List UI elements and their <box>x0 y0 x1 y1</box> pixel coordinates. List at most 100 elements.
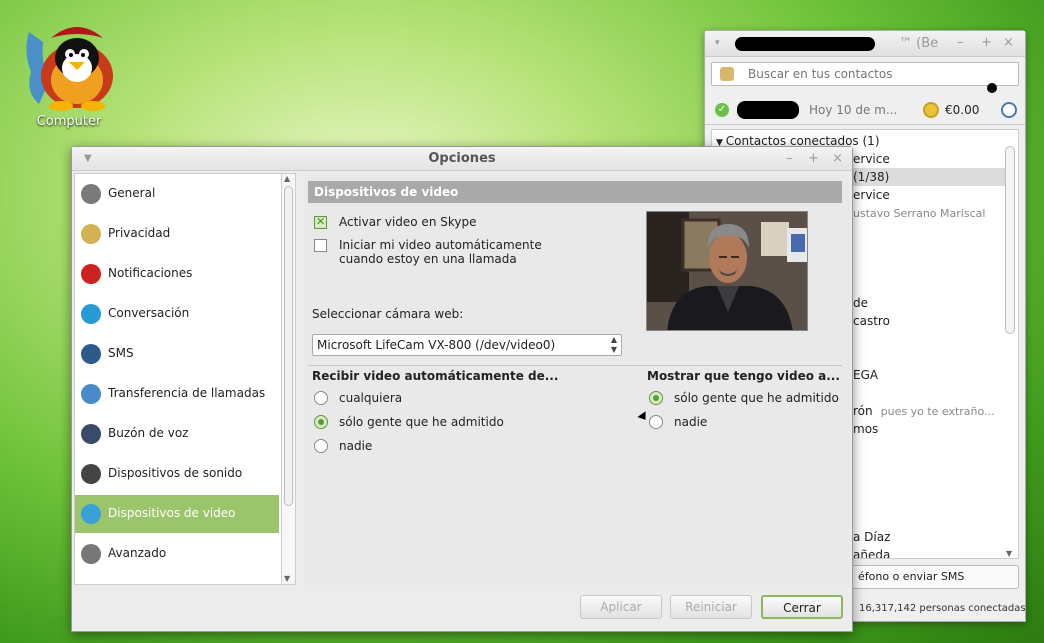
contact-list-item[interactable]: ervice <box>853 150 890 168</box>
sidebar-item-notificaciones[interactable]: Notificaciones <box>75 255 279 293</box>
radio-button[interactable] <box>314 391 328 405</box>
contact-name: de <box>853 296 868 310</box>
online-status-icon[interactable]: ✓ <box>715 103 729 117</box>
reset-button[interactable]: Reiniciar <box>670 595 752 619</box>
dialog-titlebar: ▼ Opciones – + × <box>72 147 852 171</box>
radio-button[interactable] <box>314 439 328 453</box>
camera-dropdown[interactable]: Microsoft LifeCam VX-800 (/dev/video0) ▲… <box>312 334 622 356</box>
checkbox-checked[interactable] <box>314 215 327 229</box>
contact-name: EGA <box>853 368 879 382</box>
camera-select-label: Seleccionar cámara web: <box>312 307 464 321</box>
dropdown-arrows-icon: ▲ ▼ <box>610 335 617 354</box>
scroll-down-icon[interactable]: ▼ <box>284 574 290 583</box>
desktop-icon-computer[interactable]: Computer <box>14 12 124 129</box>
receive-video-title: Recibir video automáticamente de... <box>312 369 559 383</box>
contact-list-scrollbar[interactable]: ▼ <box>1004 132 1016 558</box>
contact-list-item[interactable]: ervice <box>853 186 890 204</box>
contact-list-item[interactable]: mos <box>853 420 878 438</box>
contact-list-item[interactable]: añeda <box>853 546 891 559</box>
sidebar-item-label: Dispositivos de sonido <box>108 466 243 480</box>
section-divider <box>308 365 842 366</box>
contact-name: a Díaz <box>853 530 891 544</box>
maximize-icon[interactable]: + <box>808 147 819 171</box>
contact-list-item[interactable]: (1/38) <box>853 168 889 186</box>
window-menu-icon[interactable]: ▾ <box>715 38 720 48</box>
options-dialog: ▼ Opciones – + × General Privacidad Notifi… <box>71 146 853 632</box>
sidebar-item-label: Buzón de voz <box>108 426 189 440</box>
sidebar-item-label: Dispositivos de video <box>108 506 236 520</box>
sidebar-item-label: Privacidad <box>108 226 171 240</box>
contact-name: ervice <box>853 152 890 166</box>
mood-message[interactable]: Hoy 10 de m... <box>809 103 897 117</box>
sidebar-item-buzón-de-voz[interactable]: Buzón de voz <box>75 415 279 453</box>
auto-start-label-line2: cuando estoy en una llamada <box>339 252 517 266</box>
video-camera-icon <box>81 504 101 524</box>
sidebar-item-label: Notificaciones <box>108 266 193 280</box>
sidebar-item-label: SMS <box>108 346 134 360</box>
sidebar-item-label: Conversación <box>108 306 190 320</box>
contact-name: añeda <box>853 548 891 559</box>
contact-list-item[interactable]: ustavo Serrano Mariscal <box>853 204 985 222</box>
radio-button[interactable] <box>649 415 663 429</box>
flag-icon <box>81 264 101 284</box>
contact-list-item[interactable]: castro <box>853 312 890 330</box>
contact-list-item[interactable]: EGA <box>853 366 878 384</box>
sidebar-item-conversación[interactable]: Conversación <box>75 295 279 333</box>
close-button[interactable]: Cerrar <box>761 595 843 619</box>
search-input[interactable] <box>746 65 986 83</box>
contact-name: mos <box>853 422 879 436</box>
sidebar-item-label: General <box>108 186 156 200</box>
minimize-icon[interactable]: – <box>957 35 964 50</box>
sidebar-item-privacidad[interactable]: Privacidad <box>75 215 279 253</box>
auto-start-label-line1: Iniciar mi video automáticamente <box>339 238 542 252</box>
close-icon[interactable]: × <box>832 147 843 171</box>
contact-name: ervice <box>853 188 890 202</box>
sidebar-item-avanzado[interactable]: Avanzado <box>75 535 279 573</box>
gear-icon <box>81 544 101 564</box>
desktop-icon-label: Computer <box>36 114 102 129</box>
apply-button[interactable]: Aplicar <box>580 595 662 619</box>
sidebar-item-label: Transferencia de llamadas <box>108 386 266 400</box>
contact-list-item[interactable]: de <box>853 294 868 312</box>
contact-list-item[interactable]: rón pues yo te extraño... <box>853 402 995 420</box>
maximize-icon[interactable]: + <box>981 35 992 50</box>
sidebar-item-sms[interactable]: SMS <box>75 335 279 373</box>
add-contact-icon[interactable] <box>720 67 734 81</box>
scroll-up-icon[interactable]: ▲ <box>284 174 290 183</box>
privacy-key-icon <box>81 224 101 244</box>
close-icon[interactable]: × <box>1003 35 1014 50</box>
checkbox-unchecked[interactable] <box>314 239 327 252</box>
chat-icon <box>81 304 101 324</box>
contact-name: rón <box>853 404 873 418</box>
scroll-thumb[interactable] <box>1005 146 1015 334</box>
sms-icon <box>81 344 101 364</box>
dialog-button-bar: Aplicar Reiniciar Cerrar <box>72 587 852 631</box>
radio-button[interactable] <box>649 391 663 405</box>
minimize-icon[interactable]: – <box>786 147 793 171</box>
contact-search-box[interactable] <box>711 62 1019 86</box>
tux-penguin-icon <box>21 12 117 112</box>
window-menu-icon[interactable]: ▼ <box>84 147 92 171</box>
sidebar-scroll-thumb[interactable] <box>284 186 293 506</box>
radio-button[interactable] <box>314 415 328 429</box>
radio-label: cualquiera <box>339 391 403 405</box>
history-clock-icon[interactable] <box>1001 102 1017 118</box>
radio-label: nadie <box>674 415 708 429</box>
black-dot-marker <box>987 83 997 93</box>
sidebar-item-dispositivos-de-video[interactable]: Dispositivos de video <box>75 495 279 533</box>
headset-icon <box>81 464 101 484</box>
sidebar-scrollbar[interactable]: ▲ ▼ <box>282 173 296 585</box>
options-sidebar: General Privacidad Notificaciones Conversac… <box>74 173 282 585</box>
sidebar-item-dispositivos-de-sonido[interactable]: Dispositivos de sonido <box>75 455 279 493</box>
sidebar-item-transferencia-de-llamadas[interactable]: Transferencia de llamadas <box>75 375 279 413</box>
webcam-preview <box>646 211 808 331</box>
sidebar-item-general[interactable]: General <box>75 175 279 213</box>
credit-balance[interactable]: €0.00 <box>945 103 979 117</box>
radio-label: sólo gente que he admitido <box>674 391 839 405</box>
call-forward-icon <box>81 384 101 404</box>
scroll-down-icon[interactable]: ▼ <box>1006 549 1012 558</box>
contact-list-item[interactable]: a Díaz <box>853 528 890 546</box>
status-bar: ✓ Hoy 10 de m... €0.00 <box>705 95 1025 125</box>
skype-credit-icon[interactable] <box>923 102 939 118</box>
general-icon <box>81 184 101 204</box>
